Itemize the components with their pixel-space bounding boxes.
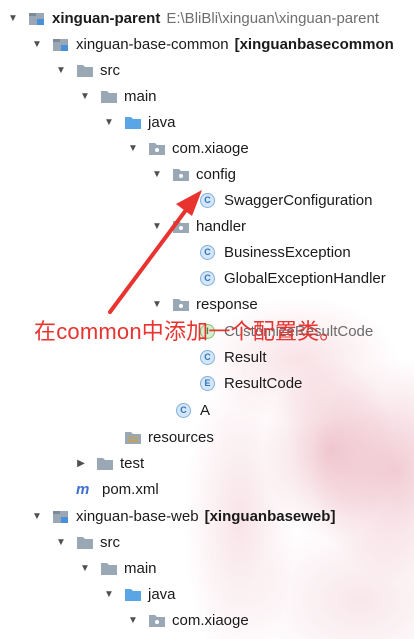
annotation-text: 在common中添加一个配置类。 bbox=[34, 319, 342, 344]
